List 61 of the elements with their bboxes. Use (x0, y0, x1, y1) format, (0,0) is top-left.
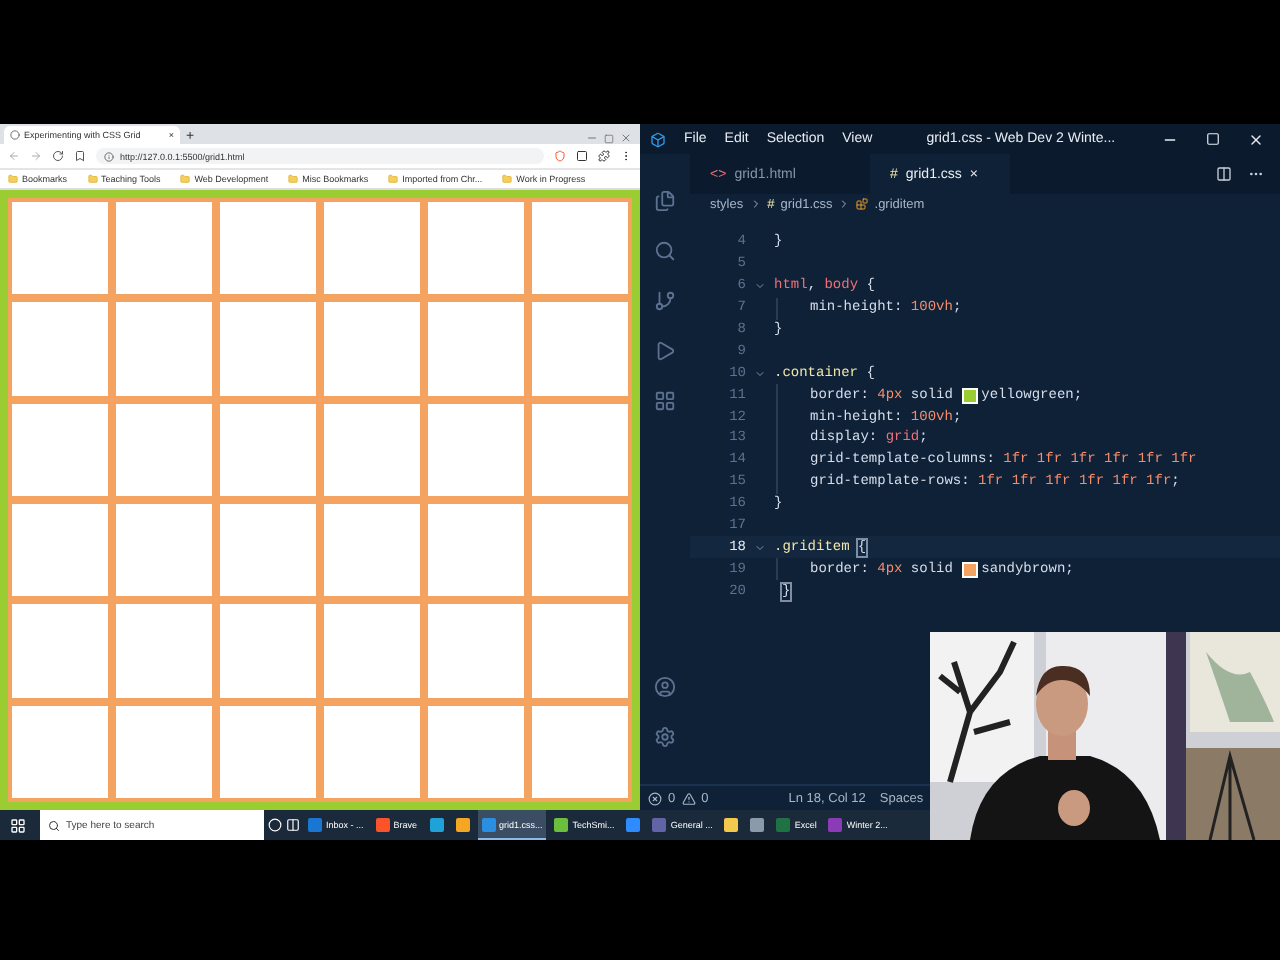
info-icon (104, 151, 114, 161)
grid-item (216, 298, 320, 400)
folder-icon (388, 174, 399, 184)
grid-item (320, 399, 424, 500)
folder-icon (288, 174, 299, 184)
grid-item (528, 499, 632, 601)
puzzle-icon[interactable] (598, 150, 610, 162)
grid-item (8, 600, 112, 702)
grid-item (528, 600, 632, 702)
play-icon[interactable] (654, 340, 676, 362)
grid-item (424, 701, 528, 802)
start-icon[interactable] (10, 817, 26, 833)
grid-item (112, 701, 216, 802)
grid-item (424, 499, 528, 601)
grid-item (112, 399, 216, 500)
grid-item (216, 499, 320, 601)
grid-item (528, 298, 632, 400)
grid-item (528, 198, 632, 299)
grid-item (216, 701, 320, 802)
settings-icon[interactable] (654, 726, 676, 748)
grid-item (8, 701, 112, 802)
bookmark-icon[interactable] (74, 150, 86, 162)
grid-item (216, 600, 320, 702)
grid-item (216, 198, 320, 299)
folder-icon (87, 174, 98, 184)
grid-item (320, 600, 424, 702)
grid-item (424, 399, 528, 500)
grid-item (320, 701, 424, 802)
branch-icon[interactable] (654, 290, 676, 312)
grid-item (8, 198, 112, 299)
grid-item (112, 198, 216, 299)
grid-item (424, 298, 528, 400)
grid-item (112, 600, 216, 702)
grid-item (320, 499, 424, 601)
shield-icon[interactable] (554, 150, 566, 162)
grid-item (8, 499, 112, 601)
split-editor-icon[interactable] (1216, 166, 1232, 182)
folder-icon (8, 174, 18, 184)
folder-icon (502, 174, 513, 184)
search-icon[interactable] (654, 240, 676, 262)
grid-item (320, 298, 424, 400)
grid-item (8, 399, 112, 500)
error-icon (648, 791, 662, 805)
warning-icon (681, 791, 696, 805)
chevron-icon (749, 198, 762, 210)
search-icon (48, 819, 60, 831)
grid-item (320, 198, 424, 299)
grid-item (216, 399, 320, 500)
files-icon[interactable] (654, 190, 676, 212)
grid-item (112, 298, 216, 400)
grid-item (424, 600, 528, 702)
reload-icon[interactable] (52, 150, 64, 162)
grid-item (528, 701, 632, 802)
chevron-icon (838, 198, 851, 210)
grid-item (8, 298, 112, 400)
grid-item (424, 198, 528, 299)
extensions-icon[interactable] (654, 390, 676, 412)
account-icon[interactable] (654, 676, 676, 698)
folder-icon (180, 174, 191, 184)
grid-item (528, 399, 632, 500)
grid-item (112, 499, 216, 601)
